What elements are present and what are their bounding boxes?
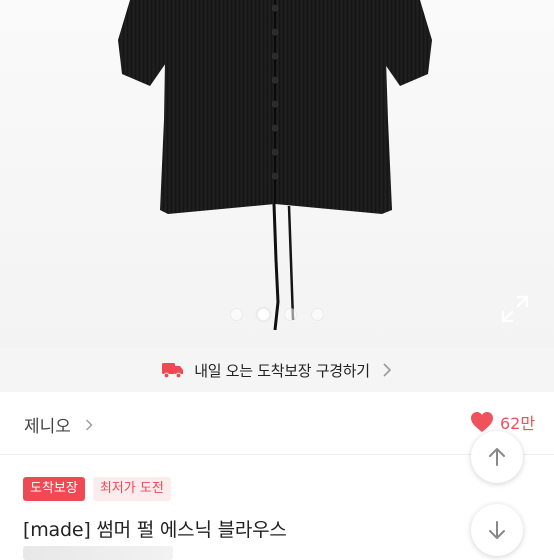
shop-name: 제니오 <box>24 417 71 437</box>
shop-row: 제니오 62만 <box>0 392 554 455</box>
product-tags: 도착보장 최저가 도전 <box>23 477 171 501</box>
carousel-dot-active[interactable] <box>257 307 270 321</box>
scroll-bottom-button[interactable] <box>471 504 523 556</box>
carousel-indicator <box>0 307 554 321</box>
carousel-dot[interactable] <box>230 307 243 321</box>
price-row-partial <box>23 546 173 560</box>
lowest-price-tag: 최저가 도전 <box>92 477 171 501</box>
like-count: 62만 <box>500 414 536 433</box>
delivery-banner-text: 내일 오는 도착보장 구경하기 <box>194 361 370 380</box>
shop-link[interactable]: 제니오 <box>24 412 93 437</box>
arrow-down-icon <box>489 521 505 539</box>
expand-icon[interactable] <box>500 294 530 324</box>
chevron-right-icon <box>383 363 391 377</box>
delivery-guarantee-tag: 도착보장 <box>23 477 85 501</box>
product-title: [made] 썸머 펄 에스닉 블라우스 <box>23 519 287 541</box>
carousel-dot[interactable] <box>311 307 324 321</box>
scroll-top-button[interactable] <box>471 431 523 483</box>
arrow-up-icon <box>489 448 505 466</box>
like-button[interactable]: 62만 <box>470 410 535 434</box>
truck-icon <box>162 363 184 379</box>
product-image[interactable] <box>0 0 554 348</box>
delivery-guarantee-banner[interactable]: 내일 오는 도착보장 구경하기 <box>0 348 554 392</box>
heart-icon <box>471 412 493 432</box>
carousel-dot[interactable] <box>284 307 297 321</box>
chevron-right-icon <box>85 419 93 430</box>
blouse-photo <box>118 0 432 331</box>
